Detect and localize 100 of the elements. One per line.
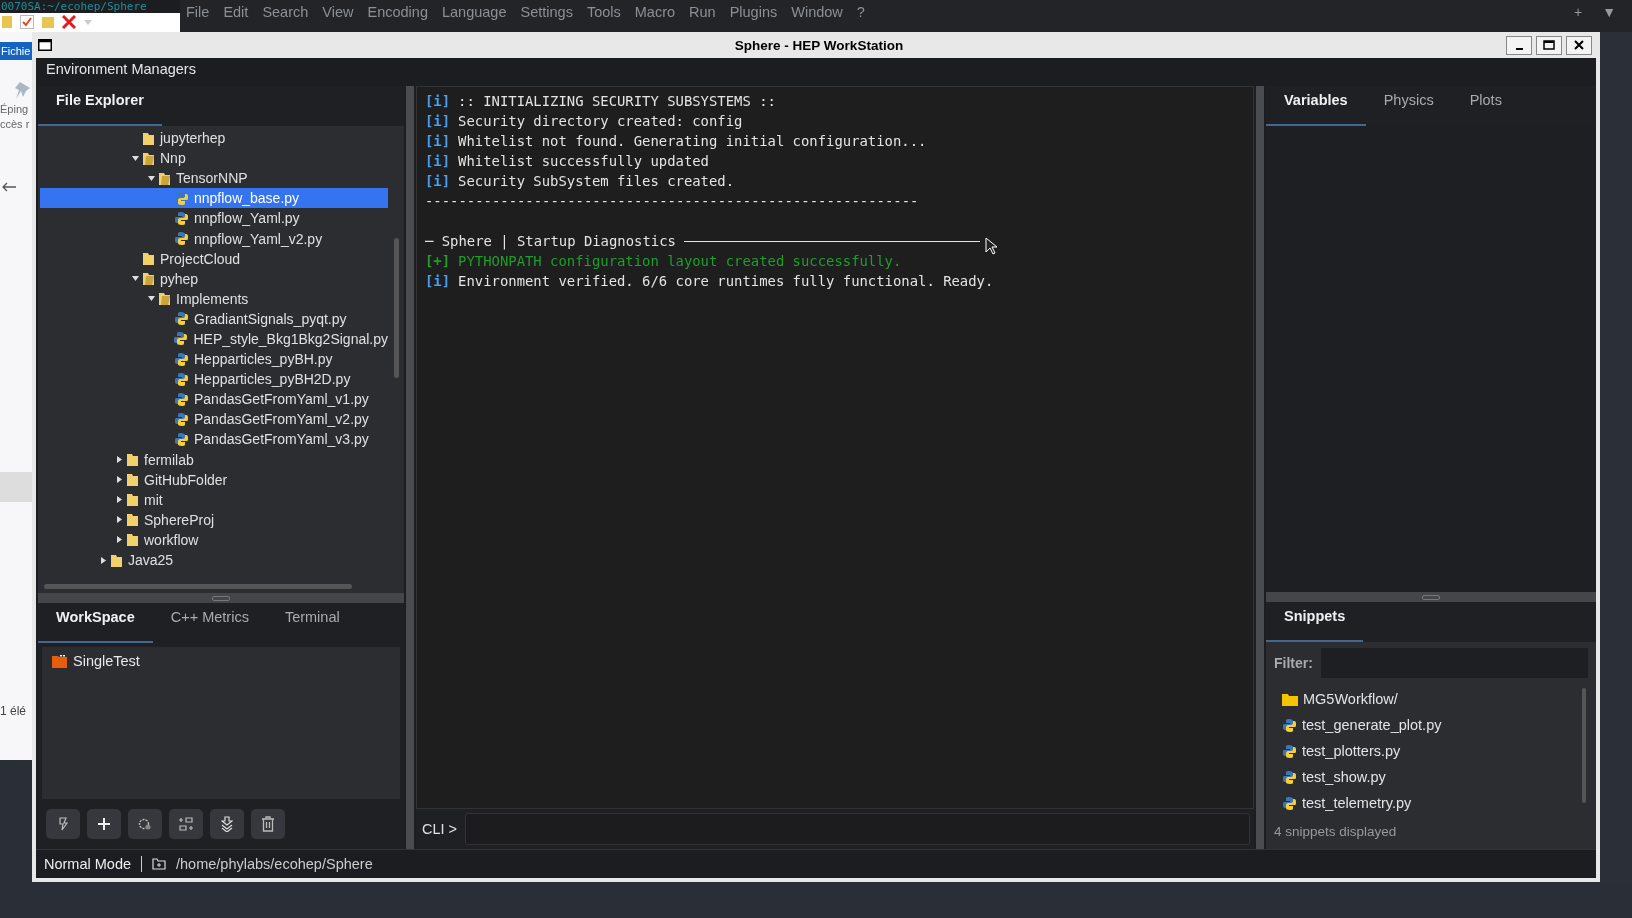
close-icon xyxy=(1574,40,1584,50)
panel-text: ccès r xyxy=(0,117,31,132)
tree-item[interactable]: workflow xyxy=(40,529,388,550)
tree-item[interactable]: Nnp xyxy=(40,148,388,169)
tab[interactable]: WorkSpace xyxy=(38,603,153,643)
delete-button[interactable] xyxy=(251,809,285,839)
expand-arrow-icon[interactable] xyxy=(116,476,123,484)
expand-arrow-icon[interactable] xyxy=(116,456,123,464)
panel-text: Éping xyxy=(0,102,30,117)
run-button[interactable] xyxy=(46,809,80,839)
tree-item[interactable]: HEP_style_Bkg1Bkg2Signal.py xyxy=(40,328,388,350)
status-text: 1 élé xyxy=(0,704,28,718)
expand-arrow-icon[interactable] xyxy=(132,154,139,162)
menu-item[interactable]: Encoding xyxy=(367,4,428,28)
log-tag: [i] xyxy=(425,111,451,131)
snippet-item[interactable]: test_plotters.py xyxy=(1282,738,1588,764)
menu-item[interactable]: Settings xyxy=(520,4,573,28)
tree-item[interactable]: ProjectCloud xyxy=(40,248,388,269)
menu-item[interactable]: Tools xyxy=(586,4,621,28)
expand-arrow-icon[interactable] xyxy=(100,556,107,564)
tree-item[interactable]: nnpflow_Yaml.py xyxy=(40,208,388,229)
tree-item[interactable]: Implements xyxy=(40,288,388,309)
log-message: Security SubSystem files created. xyxy=(458,172,735,191)
add-list-button[interactable] xyxy=(169,809,203,839)
tree-item[interactable]: Java25 xyxy=(40,549,388,571)
tree-item[interactable]: TensorNNP xyxy=(40,168,388,189)
tree-item[interactable]: fermilab xyxy=(40,449,388,470)
tree-item[interactable]: pyhep xyxy=(40,268,388,289)
mouse-pointer-icon xyxy=(985,237,997,255)
tree-item[interactable]: PandasGetFromYaml_v2.py xyxy=(40,409,388,430)
chevrons-down-icon xyxy=(221,816,233,832)
tab[interactable]: Terminal xyxy=(266,603,358,643)
minimize-icon xyxy=(1515,48,1523,50)
tree-item[interactable]: mit xyxy=(40,489,388,510)
back-arrow-icon[interactable] xyxy=(2,182,16,192)
tree-item[interactable]: nnpflow_base.py xyxy=(40,188,388,209)
close-button[interactable] xyxy=(1566,35,1592,55)
expand-arrow-icon[interactable] xyxy=(148,295,155,303)
toolbar-button[interactable]: + xyxy=(1573,4,1583,28)
tree-item[interactable]: SphereProj xyxy=(40,509,388,530)
menu-item[interactable]: Window xyxy=(791,4,843,28)
tree-item[interactable]: PandasGetFromYaml_v1.py xyxy=(40,389,388,410)
menu-item[interactable]: Search xyxy=(262,4,309,28)
menu-item[interactable]: File xyxy=(186,4,210,28)
tree-item[interactable]: Hepparticles_pyBH.py xyxy=(40,349,388,370)
workspace-item[interactable]: SingleTest xyxy=(42,653,400,669)
snippet-item[interactable]: test_telemetry.py xyxy=(1282,790,1588,816)
tab[interactable]: Physics xyxy=(1365,86,1452,126)
tree-item[interactable]: jupyterhep xyxy=(40,128,388,149)
menu-item[interactable]: Language xyxy=(441,4,507,28)
scrollbar[interactable] xyxy=(1582,688,1586,803)
maximize-button[interactable] xyxy=(1536,35,1562,55)
tree-item[interactable]: Hepparticles_pyBH2D.py xyxy=(40,369,388,390)
menu-item[interactable]: Plugins xyxy=(729,4,778,28)
log-tag: [i] xyxy=(425,91,451,111)
snippet-item[interactable]: test_show.py xyxy=(1282,764,1588,790)
collapse-button[interactable] xyxy=(210,809,244,839)
menu-item[interactable]: View xyxy=(322,4,354,28)
menu-tab[interactable]: Fichie xyxy=(0,42,32,60)
window-title: Sphere - HEP WorkStation xyxy=(733,37,905,53)
toolbar-button[interactable]: ▼ xyxy=(1602,4,1616,28)
settings-button[interactable] xyxy=(128,809,162,839)
snippet-item[interactable]: test_generate_plot.py xyxy=(1282,712,1588,738)
log-message: PYTHONPATH configuration layout created successfully. xyxy=(458,252,902,271)
python-icon xyxy=(174,351,189,367)
expand-arrow-icon[interactable] xyxy=(116,516,123,524)
close-icon[interactable] xyxy=(62,15,76,29)
expand-arrow-icon[interactable] xyxy=(116,496,123,504)
tree-item[interactable]: nnpflow_Yaml_v2.py xyxy=(40,228,388,249)
tree-item[interactable]: GitHubFolder xyxy=(40,469,388,490)
expand-arrow-icon[interactable] xyxy=(132,275,139,283)
tab[interactable]: Plots xyxy=(1451,86,1520,126)
tree-item[interactable]: GradiantSignals_pyqt.py xyxy=(40,308,388,329)
snippet-count: 4 snippets displayed xyxy=(1274,824,1398,841)
window-icon xyxy=(38,39,52,51)
scrollbar[interactable] xyxy=(44,584,352,589)
log-heading: ─ Sphere | Startup Diagnostics xyxy=(425,232,676,251)
list-add-icon xyxy=(178,817,194,831)
tree-item[interactable]: PandasGetFromYaml_v3.py xyxy=(40,429,388,450)
add-button[interactable] xyxy=(87,809,121,839)
expand-arrow-icon[interactable] xyxy=(116,536,123,544)
tab[interactable]: C++ Metrics xyxy=(152,603,267,643)
checklist-icon[interactable] xyxy=(20,15,34,29)
minimize-button[interactable] xyxy=(1506,35,1532,55)
snippet-item[interactable]: MG5Workflow/ xyxy=(1282,686,1588,712)
terminal-title: 0070SA:~/ecohep/Sphere xyxy=(0,0,180,13)
log-tag: [i] xyxy=(425,271,451,291)
menu-item[interactable]: Edit xyxy=(223,4,249,28)
menu-item[interactable]: ? xyxy=(856,4,865,28)
log-message: Environment verified. 6/6 core runtimes fully functional. Ready. xyxy=(458,272,994,291)
scrollbar[interactable] xyxy=(394,238,399,378)
log-tag: [+] xyxy=(425,251,451,271)
menu-item[interactable]: Run xyxy=(689,4,716,28)
log-message: :: INITIALIZING SECURITY SUBSYSTEMS :: xyxy=(458,92,776,111)
plus-icon xyxy=(97,817,111,831)
cli-label: CLI > xyxy=(422,821,458,837)
log-tag: [i] xyxy=(425,131,451,151)
python-icon xyxy=(1282,743,1297,759)
expand-arrow-icon[interactable] xyxy=(148,174,155,182)
menu-item[interactable]: Macro xyxy=(634,4,676,28)
